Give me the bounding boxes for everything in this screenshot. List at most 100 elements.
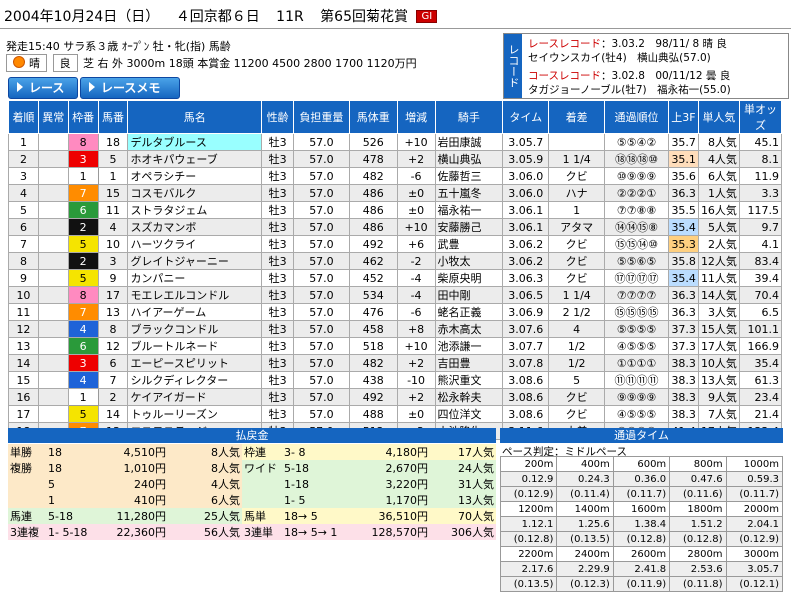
jockey-name-link[interactable]: 熊沢重文 (434, 371, 504, 389)
horse-name-link[interactable]: デルタブルース (127, 133, 263, 151)
horse-name-link[interactable]: ストラタジェム (127, 201, 263, 219)
horse-name-link[interactable]: ハーツクライ (127, 235, 263, 253)
jockey-name-link[interactable]: 赤木高太 (434, 320, 504, 338)
horse-name-link[interactable]: コスモバルク (127, 184, 263, 202)
cell-odds: 117.5 (738, 201, 783, 219)
horse-name-link[interactable]: ホオキパウェーブ (127, 150, 263, 168)
jockey-name-link[interactable]: 横山典弘 (434, 150, 504, 168)
horse-name-link[interactable]: ブルートルネード (127, 337, 263, 355)
horse-name-link[interactable]: エーピースピリット (127, 354, 263, 372)
cell-pos: 6 (8, 218, 39, 236)
result-row: 6 2 4 スズカマンボ 牡3 57.0 486 +10 安藤勝己 3.06.1 アタマ ⑭⑭⑮⑧ 35… (8, 218, 783, 236)
payout-rb: 18→ 5 (282, 508, 354, 524)
payout-rc: 4,180円 (354, 444, 430, 460)
cell-pass: ⑨⑨⑨⑨ (604, 388, 669, 406)
column-header[interactable]: 馬名 (127, 100, 263, 134)
cell-wt: 57.0 (293, 320, 350, 338)
cell-pop: 17人気 (697, 337, 740, 355)
payout-ra: 3連単 (242, 524, 282, 540)
payout-row: 1 410円 6人気 1- 5 1,170円 13人気 (8, 492, 496, 508)
cell-pos: 2 (8, 150, 39, 168)
lap-dist: 2000m (725, 501, 784, 517)
jockey-name-link[interactable]: 安藤勝己 (434, 218, 504, 236)
jockey-name-link[interactable]: 池添謙一 (434, 337, 504, 355)
cell-pop: 16人気 (697, 201, 740, 219)
horse-name-link[interactable]: グレイトジャーニー (127, 252, 263, 270)
jockey-name-link[interactable]: 武豊 (434, 235, 504, 253)
cell-odds: 3.3 (738, 184, 783, 202)
column-header[interactable]: 単人気 (697, 100, 740, 134)
horse-name-link[interactable]: ハイアーゲーム (127, 303, 263, 321)
race-record-value: ：3.03.2 98/11/ 8 晴 良 (600, 38, 727, 50)
cell-pop: 13人気 (697, 371, 740, 389)
race-memo-button[interactable]: レースメモ (80, 77, 180, 99)
cell-wt: 57.0 (293, 337, 350, 355)
jockey-name-link[interactable]: 佐藤哲三 (434, 167, 504, 185)
cell-odds: 23.4 (738, 388, 783, 406)
cell-time: 3.07.8 (502, 354, 550, 372)
horse-name-link[interactable]: カンパニー (127, 269, 263, 287)
jockey-name-link[interactable]: 松永幹夫 (434, 388, 504, 406)
payout-ld: 8人気 (168, 444, 242, 460)
column-header[interactable]: 異常 (37, 100, 69, 134)
cell-ban: 3 (97, 252, 129, 270)
column-header[interactable]: 枠番 (67, 100, 99, 134)
cell-pop: 4人気 (697, 150, 740, 168)
column-header[interactable]: 着順 (8, 100, 39, 134)
jockey-name-link[interactable]: 福永祐一 (434, 201, 504, 219)
column-header[interactable]: 馬体重 (348, 100, 398, 134)
horse-name-link[interactable]: スズカマンボ (127, 218, 263, 236)
jockey-name-link[interactable]: 田中剛 (434, 286, 504, 304)
jockey-name-link[interactable]: 柴原央明 (434, 269, 504, 287)
horse-name-link[interactable]: トゥルーリーズン (127, 405, 263, 423)
column-header[interactable]: タイム (502, 100, 550, 134)
jockey-name-link[interactable]: 蛯名正義 (434, 303, 504, 321)
cell-ab (37, 252, 69, 270)
cell-pos: 14 (8, 354, 39, 372)
column-header[interactable]: 負担重量 (293, 100, 350, 134)
column-header[interactable]: 単オッズ (738, 100, 783, 134)
cell-ban: 14 (97, 405, 129, 423)
cell-odds: 35.4 (738, 354, 783, 372)
cell-time: 3.06.5 (502, 286, 550, 304)
lap-dist: 2200m (499, 546, 558, 562)
lap-lap: (0.13.5) (499, 576, 558, 592)
cell-ab (37, 371, 69, 389)
horse-name-link[interactable]: シルクディレクター (127, 371, 263, 389)
cell-pos: 4 (8, 184, 39, 202)
column-header[interactable]: 馬番 (97, 100, 129, 134)
column-header[interactable]: 増減 (396, 100, 436, 134)
play-icon (89, 82, 95, 92)
jockey-name-link[interactable]: 吉田豊 (434, 354, 504, 372)
horse-name-link[interactable]: モエレエルコンドル (127, 286, 263, 304)
race-title: 2004年10月24日（日） ４回京都６日 11R 第65回菊花賞 GI (4, 6, 449, 26)
cell-sex: 牡3 (261, 252, 295, 270)
column-header[interactable]: 通過順位 (604, 100, 669, 134)
column-header[interactable]: 性齢 (261, 100, 295, 134)
lap-dist: 1400m (556, 501, 614, 517)
cell-diff: +10 (396, 218, 436, 236)
cell-sex: 牡3 (261, 303, 295, 321)
lap-split: 2.53.6 (669, 561, 727, 577)
cell-diff: +6 (396, 235, 436, 253)
cell-ban: 8 (97, 320, 129, 338)
column-header[interactable]: 騎手 (434, 100, 504, 134)
cell-sex: 牡3 (261, 167, 295, 185)
cell-margin: クビ (548, 388, 606, 406)
jockey-name-link[interactable]: 五十嵐冬 (434, 184, 504, 202)
column-header[interactable]: 上3F (667, 100, 699, 134)
horse-name-link[interactable]: ケイアイガード (127, 388, 263, 406)
jockey-name-link[interactable]: 小牧太 (434, 252, 504, 270)
jockey-name-link[interactable]: 岩田康誠 (434, 133, 504, 151)
column-header[interactable]: 着差 (548, 100, 606, 134)
payout-lb: 18 (46, 460, 100, 476)
cell-pop: 2人気 (697, 235, 740, 253)
cell-bw: 476 (348, 303, 398, 321)
race-button[interactable]: レース (8, 77, 78, 99)
horse-name-link[interactable]: オペラシチー (127, 167, 263, 185)
cell-waku: 3 (67, 354, 99, 372)
cell-time: 3.06.2 (502, 252, 550, 270)
jockey-name-link[interactable]: 四位洋文 (434, 405, 504, 423)
horse-name-link[interactable]: ブラックコンドル (127, 320, 263, 338)
result-row: 13 6 12 ブルートルネード 牡3 57.0 518 +10 池添謙一 3.07.7 1/2 ④⑤… (8, 337, 783, 355)
